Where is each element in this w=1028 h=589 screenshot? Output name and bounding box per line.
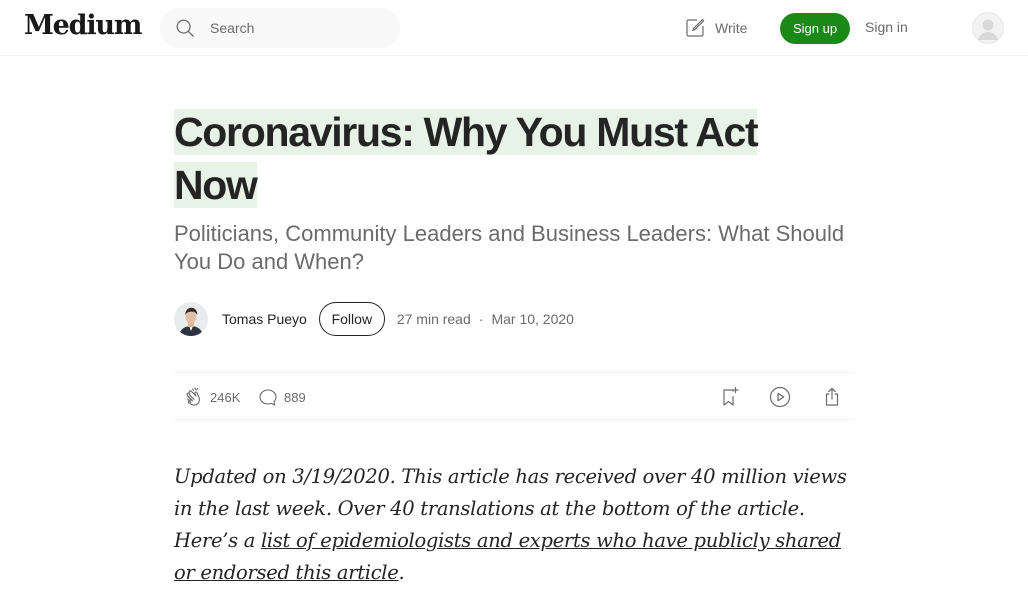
sign-up-button[interactable]: Sign up — [780, 13, 850, 44]
article-title-line-1: Coronavirus: Why You Must Act — [174, 109, 759, 155]
listen-button[interactable] — [768, 385, 792, 409]
byline: Tomas Pueyo Follow 27 min read · Mar 10,… — [174, 302, 574, 336]
article-subtitle: Politicians, Community Leaders and Busin… — [174, 221, 845, 274]
follow-button[interactable]: Follow — [318, 302, 385, 336]
clap-icon — [182, 385, 206, 409]
search-icon — [174, 17, 196, 39]
article-title: Coronavirus: Why You Must Act Now — [174, 106, 854, 212]
top-navigation-bar: Medium Write Sign up Sign in — [0, 0, 1028, 56]
article-body-paragraph: Updated on 3/19/2020. This article has r… — [174, 461, 854, 589]
response-count: 889 — [284, 389, 306, 405]
responses-button[interactable]: 889 — [256, 385, 306, 409]
author-name[interactable]: Tomas Pueyo — [222, 311, 307, 327]
search-box[interactable] — [160, 8, 400, 48]
write-button[interactable]: Write — [683, 16, 747, 40]
play-icon — [768, 385, 792, 409]
read-time: 27 min read — [396, 311, 471, 327]
bookmark-icon — [717, 385, 741, 409]
write-icon — [683, 16, 707, 40]
experts-list-link[interactable]: list of epidemiologists and experts who … — [174, 529, 841, 584]
share-button[interactable] — [820, 385, 844, 409]
clap-button[interactable]: 246K — [182, 385, 240, 409]
search-input[interactable] — [208, 19, 392, 37]
article-title-line-2: Now — [174, 162, 258, 208]
bookmark-button[interactable] — [717, 385, 741, 409]
medium-logo[interactable]: Medium — [24, 10, 142, 41]
meta-separator: · — [478, 311, 484, 327]
author-avatar[interactable] — [174, 302, 208, 336]
response-icon — [256, 385, 280, 409]
article-meta: 27 min read · Mar 10, 2020 — [397, 311, 574, 327]
article-action-bar: 246K 889 — [174, 372, 854, 420]
write-label: Write — [715, 20, 748, 36]
body-end-text: . — [398, 561, 405, 584]
user-avatar[interactable] — [972, 12, 1004, 44]
sign-in-link[interactable]: Sign in — [865, 19, 908, 35]
share-icon — [820, 385, 844, 409]
publish-date: Mar 10, 2020 — [491, 311, 574, 327]
clap-count: 246K — [210, 389, 241, 405]
